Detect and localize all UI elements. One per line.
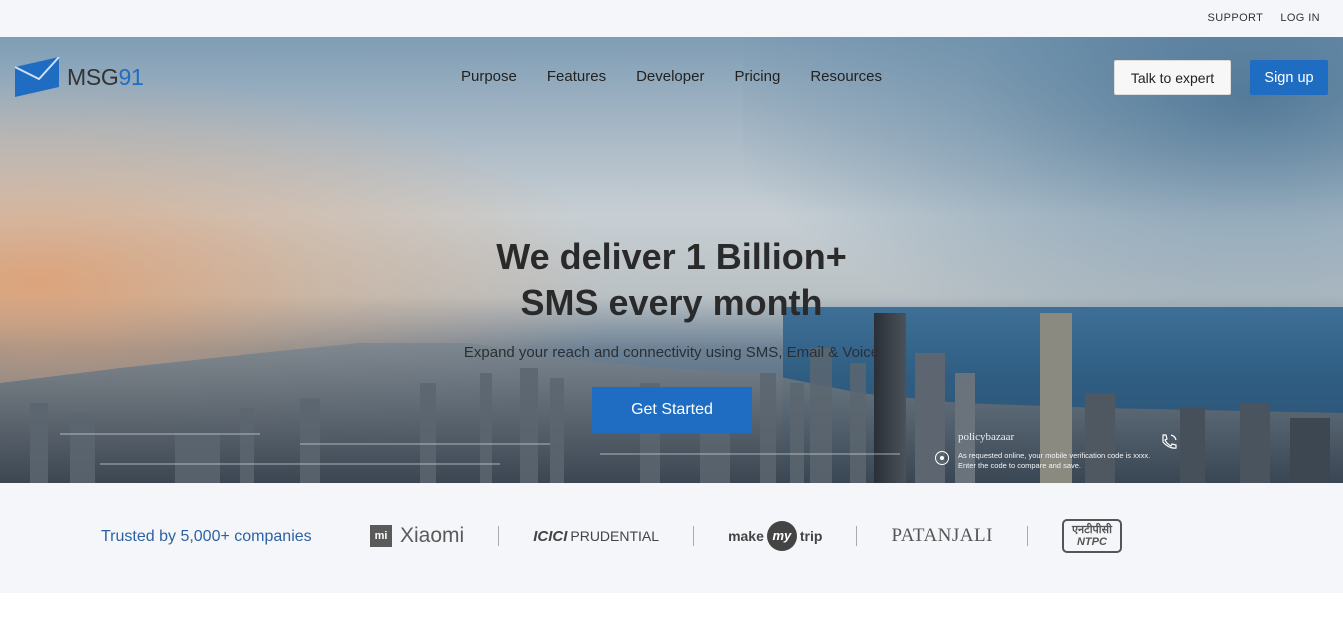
talk-to-expert-button[interactable]: Talk to expert (1114, 60, 1231, 95)
support-link[interactable]: SUPPORT (1208, 12, 1264, 24)
logo-divider (498, 526, 500, 546)
headline-line-1: We deliver 1 Billion+ (496, 236, 847, 277)
logo-wordmark: MSG91 (67, 63, 144, 90)
notification-message: As requested online, your mobile verific… (958, 451, 1151, 470)
hero-subheadline: Expand your reach and connectivity using… (463, 344, 880, 361)
location-dot-icon (935, 451, 949, 465)
patanjali-logo: PATANJALI (891, 525, 993, 546)
sms-notification-overlay: policybazaar As requested online, your m… (930, 431, 1180, 475)
client-logos: mi Xiaomi ICICI PRUDENTIAL make my trip … (370, 519, 1122, 553)
nav-pricing[interactable]: Pricing (734, 68, 780, 85)
logo-divider (856, 526, 858, 546)
notification-sender: policybazaar (958, 431, 1015, 443)
mi-icon: mi (370, 525, 392, 547)
utility-links: SUPPORT LOG IN (1208, 12, 1320, 24)
login-link[interactable]: LOG IN (1280, 12, 1320, 24)
makemytrip-logo: make my trip (728, 521, 822, 551)
main-nav: Purpose Features Developer Pricing Resou… (461, 68, 882, 85)
envelope-logo-icon (15, 57, 60, 97)
nav-resources[interactable]: Resources (810, 68, 882, 85)
nav-features[interactable]: Features (547, 68, 606, 85)
get-started-button[interactable]: Get Started (592, 387, 752, 433)
nav-developer[interactable]: Developer (636, 68, 704, 85)
hero-section: MSG91 Purpose Features Developer Pricing… (0, 37, 1343, 483)
msg91-logo[interactable]: MSG91 (15, 57, 144, 97)
sign-up-button[interactable]: Sign up (1250, 60, 1328, 95)
headline-line-2: SMS every month (520, 282, 823, 323)
logo-divider (693, 526, 695, 546)
icici-prudential-logo: ICICI PRUDENTIAL (533, 527, 660, 545)
top-utility-bar: SUPPORT LOG IN (0, 0, 1343, 37)
nav-purpose[interactable]: Purpose (461, 68, 517, 85)
xiaomi-logo: mi Xiaomi (370, 524, 464, 548)
trusted-companies-strip: Trusted by 5,000+ companies mi Xiaomi IC… (0, 483, 1343, 593)
phone-call-icon (1162, 434, 1177, 449)
trusted-label: Trusted by 5,000+ companies (101, 528, 312, 545)
ntpc-logo: एनटीपीसी NTPC (1061, 519, 1122, 553)
logo-divider (1026, 526, 1028, 546)
hero-headline: We deliver 1 Billion+ SMS every month (0, 234, 1343, 326)
